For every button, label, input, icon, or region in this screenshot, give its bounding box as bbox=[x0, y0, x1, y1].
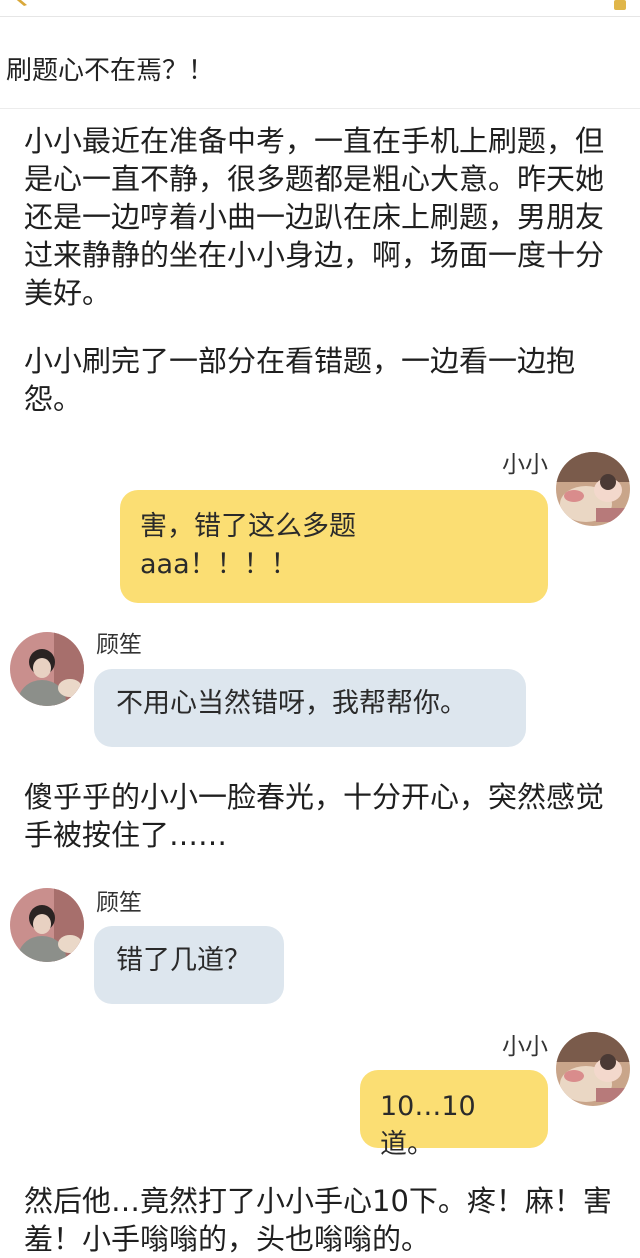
story-paragraph-1: 小小最近在准备中考，一直在手机上刷题，但是心一直不静，很多题都是粗心大意。昨天她… bbox=[24, 124, 605, 310]
avatar-boy-icon bbox=[10, 888, 84, 962]
message-bubble-gusheng-1: 不用心当然错呀，我帮帮你。 bbox=[94, 669, 526, 747]
avatar-girl-icon bbox=[556, 452, 630, 526]
avatar-boy-icon bbox=[10, 632, 84, 706]
story-paragraph-2: 小小刷完了一部分在看错题，一边看一边抱怨。 bbox=[24, 344, 576, 416]
message-bubble-xiaoxiao-2: 10…10道。 bbox=[360, 1070, 548, 1160]
page-title: 刷题心不在焉？！ bbox=[6, 56, 215, 86]
message-bubble-xiaoxiao-1: 害，错了这么多题 aaa！！！！ bbox=[120, 490, 548, 603]
status-bar bbox=[0, 0, 640, 17]
pen-icon bbox=[16, 0, 27, 6]
speaker-name-xiaoxiao: 小小 bbox=[502, 1034, 548, 1060]
message-line: aaa！！！！ bbox=[140, 549, 298, 580]
message-line: 害，错了这么多题 bbox=[140, 511, 356, 542]
story-paragraph-3: 傻乎乎的小小一脸春光，十分开心，突然感觉手被按住了…… bbox=[24, 780, 605, 852]
message-bubble-gusheng-2: 错了几道？ bbox=[94, 926, 284, 1004]
avatar-gusheng bbox=[10, 632, 84, 706]
speaker-name-xiaoxiao: 小小 bbox=[502, 452, 548, 478]
avatar-xiaoxiao bbox=[556, 452, 630, 526]
speaker-name-gusheng: 顾笙 bbox=[96, 890, 142, 916]
story-paragraph-4: 然后他…竟然打了小小手心10下。疼！麻！害羞！小手嗡嗡的，头也嗡嗡的。 bbox=[24, 1184, 612, 1256]
speaker-name-gusheng: 顾笙 bbox=[96, 632, 142, 658]
lock-icon bbox=[614, 0, 626, 10]
avatar-xiaoxiao bbox=[556, 1032, 630, 1106]
avatar-gusheng bbox=[10, 888, 84, 962]
avatar-girl-icon bbox=[556, 1032, 630, 1106]
